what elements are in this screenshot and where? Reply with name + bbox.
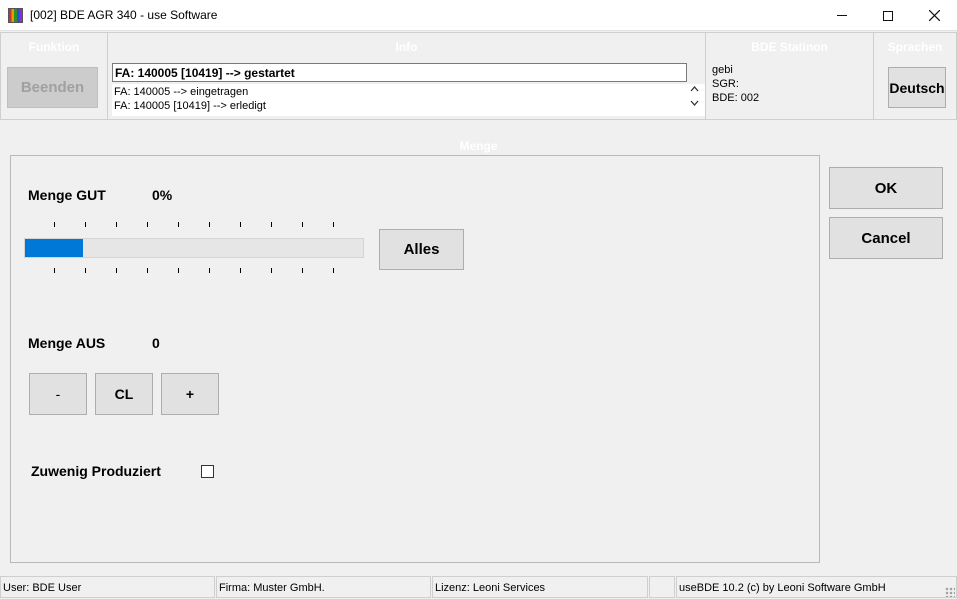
slider-tick: [271, 268, 272, 273]
close-icon: [928, 10, 940, 21]
ok-button[interactable]: OK: [829, 167, 943, 209]
station-title: BDE Statinon: [751, 40, 828, 54]
info-title: Info: [395, 40, 418, 54]
funktion-panel: Funktion Beenden: [0, 32, 108, 120]
minimize-button[interactable]: [819, 0, 865, 31]
slider-tick: [302, 268, 303, 273]
slider-tick: [116, 268, 117, 273]
slider-tick: [85, 268, 86, 273]
slider-tick: [302, 222, 303, 227]
slider-thumb[interactable]: [25, 239, 83, 257]
slider-tick: [209, 268, 210, 273]
info-log-list[interactable]: FA: 140005 --> eingetragen FA: 140005 [1…: [112, 84, 705, 116]
funktion-title: Funktion: [28, 40, 80, 54]
clear-button[interactable]: CL: [95, 373, 153, 415]
status-user: User: BDE User: [0, 576, 215, 598]
minimize-icon: [837, 15, 847, 16]
menge-gut-label: Menge GUT: [28, 187, 106, 203]
info-log-item: FA: 140005 [10419] --> erledigt: [114, 100, 266, 112]
info-log-item: FA: 140005 --> eingetragen: [114, 86, 249, 98]
slider-tick: [85, 222, 86, 227]
maximize-icon: [883, 10, 893, 21]
chevron-down-icon[interactable]: [690, 100, 699, 106]
menge-group: [10, 155, 820, 563]
slider-tick: [54, 222, 55, 227]
station-line: gebi: [712, 64, 733, 76]
resize-grip-icon[interactable]: [945, 587, 955, 597]
cancel-button[interactable]: Cancel: [829, 217, 943, 259]
slider-tick: [271, 222, 272, 227]
slider-tick: [209, 222, 210, 227]
slider-tick: [178, 222, 179, 227]
slider-tick: [147, 268, 148, 273]
menge-gut-value: 0%: [152, 187, 173, 203]
menge-title: Menge: [459, 139, 498, 153]
status-empty: [649, 576, 675, 598]
sprachen-panel: Sprachen Deutsch: [873, 32, 957, 120]
station-line: SGR:: [712, 78, 739, 90]
status-lizenz: Lizenz: Leoni Services: [432, 576, 648, 598]
status-version: useBDE 10.2 (c) by Leoni Software GmbH: [676, 576, 957, 598]
slider-tick: [333, 222, 334, 227]
app-icon: [8, 8, 23, 23]
decrement-button[interactable]: -: [29, 373, 87, 415]
info-current-status: FA: 140005 [10419] --> gestartet: [112, 63, 687, 82]
status-bar: User: BDE User Firma: Muster GmbH. Lizen…: [0, 575, 957, 599]
menge-aus-value: 0: [152, 335, 160, 351]
sprachen-title: Sprachen: [887, 40, 943, 54]
slider-tick: [240, 222, 241, 227]
slider-tick: [333, 268, 334, 273]
alles-button[interactable]: Alles: [379, 229, 464, 270]
slider-tick: [116, 222, 117, 227]
zuwenig-label: Zuwenig Produziert: [31, 463, 161, 479]
menge-gut-slider[interactable]: [24, 238, 364, 258]
slider-tick: [147, 222, 148, 227]
language-button[interactable]: Deutsch: [888, 67, 946, 108]
info-panel: Info FA: 140005 [10419] --> gestartet FA…: [107, 32, 706, 120]
station-panel: BDE Statinon gebi SGR: BDE: 002: [705, 32, 874, 120]
zuwenig-checkbox[interactable]: [201, 465, 214, 478]
station-line: BDE: 002: [712, 92, 760, 104]
slider-tick: [240, 268, 241, 273]
maximize-button[interactable]: [865, 0, 911, 31]
slider-tick: [54, 268, 55, 273]
status-firma: Firma: Muster GmbH.: [216, 576, 431, 598]
window-title: [002] BDE AGR 340 - use Software: [30, 8, 218, 22]
close-button[interactable]: [911, 0, 957, 31]
beenden-button[interactable]: Beenden: [7, 67, 98, 108]
increment-button[interactable]: +: [161, 373, 219, 415]
menge-aus-label: Menge AUS: [28, 335, 106, 351]
chevron-up-icon[interactable]: [690, 86, 699, 92]
slider-tick: [178, 268, 179, 273]
title-bar: [002] BDE AGR 340 - use Software: [0, 0, 957, 31]
